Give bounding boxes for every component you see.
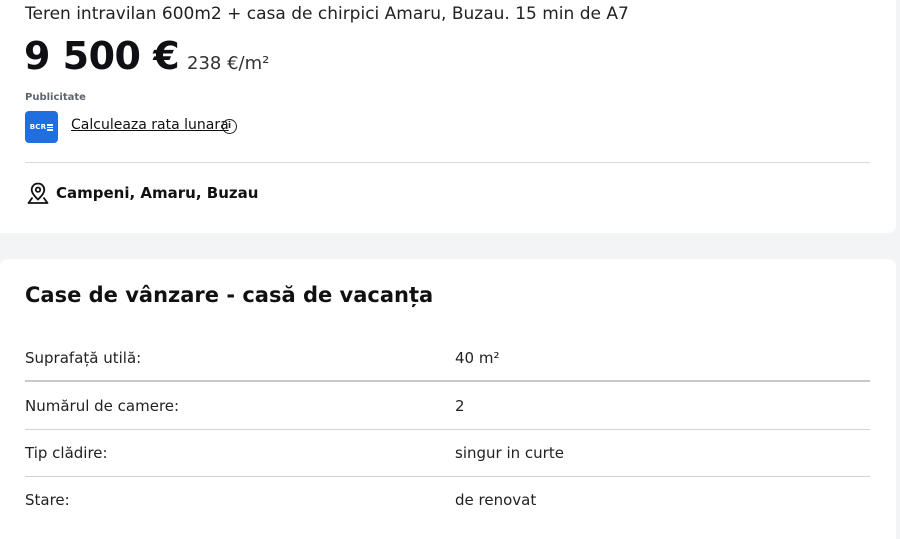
detail-label: Stare: xyxy=(25,491,70,509)
detail-value: de renovat xyxy=(455,491,537,509)
detail-value: 40 m² xyxy=(455,349,500,367)
location-text[interactable]: Campeni, Amaru, Buzau xyxy=(56,184,258,202)
info-circle-icon[interactable]: i xyxy=(222,119,237,134)
calculate-monthly-rate-link[interactable]: Calculeaza rata lunara xyxy=(71,117,229,133)
divider xyxy=(25,162,870,163)
detail-value: 2 xyxy=(455,397,465,415)
map-pin-icon xyxy=(27,182,49,204)
bank-logo-text: BCR xyxy=(29,123,47,131)
section-title: Case de vânzare - casă de vacanța xyxy=(25,283,434,307)
listing-header-card: Teren intravilan 600m2 + casa de chirpic… xyxy=(0,0,896,233)
detail-label: Suprafață utilă: xyxy=(25,349,142,367)
listing-title: Teren intravilan 600m2 + casa de chirpic… xyxy=(25,4,629,24)
row-divider xyxy=(25,380,870,382)
detail-row: Numărul de camere: 2 xyxy=(25,383,870,430)
detail-row: Tip clădire: singur in curte xyxy=(25,430,870,477)
details-card: Case de vânzare - casă de vacanța Supraf… xyxy=(0,259,896,539)
listing-price: 9 500 € xyxy=(24,34,180,78)
detail-row: Suprafață utilă: 40 m² xyxy=(25,335,870,382)
detail-label: Tip clădire: xyxy=(25,444,108,462)
ad-label: Publicitate xyxy=(25,92,86,103)
detail-label: Numărul de camere: xyxy=(25,397,180,415)
bank-logo-mark-icon xyxy=(47,123,54,131)
detail-value: singur in curte xyxy=(455,444,564,462)
bank-logo[interactable]: BCR xyxy=(25,111,58,143)
detail-row: Stare: de renovat xyxy=(25,477,870,524)
price-per-m2: 238 €/m² xyxy=(187,53,270,74)
